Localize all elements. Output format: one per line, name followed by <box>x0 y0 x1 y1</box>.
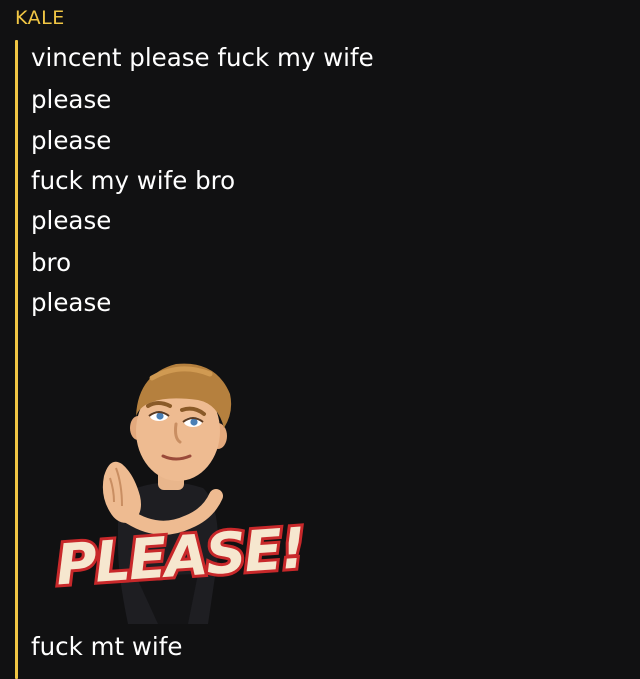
chat-message: please <box>31 206 112 235</box>
bitmoji-pleading-illustration: PLEASE! <box>51 363 309 624</box>
chat-message: fuck mt wife <box>31 632 183 661</box>
sender-name: KALE <box>15 7 65 29</box>
sticker-caption: PLEASE! <box>54 516 306 598</box>
chat-message: please <box>31 85 112 114</box>
chat-message: vincent please fuck my wife <box>31 43 374 72</box>
bitmoji-sticker[interactable]: PLEASE! <box>48 346 313 626</box>
chat-message: please <box>31 126 112 155</box>
chat-message: bro <box>31 248 72 277</box>
sender-accent-bar <box>15 40 18 679</box>
chat-message: please <box>31 288 112 317</box>
chat-message: fuck my wife bro <box>31 166 236 195</box>
